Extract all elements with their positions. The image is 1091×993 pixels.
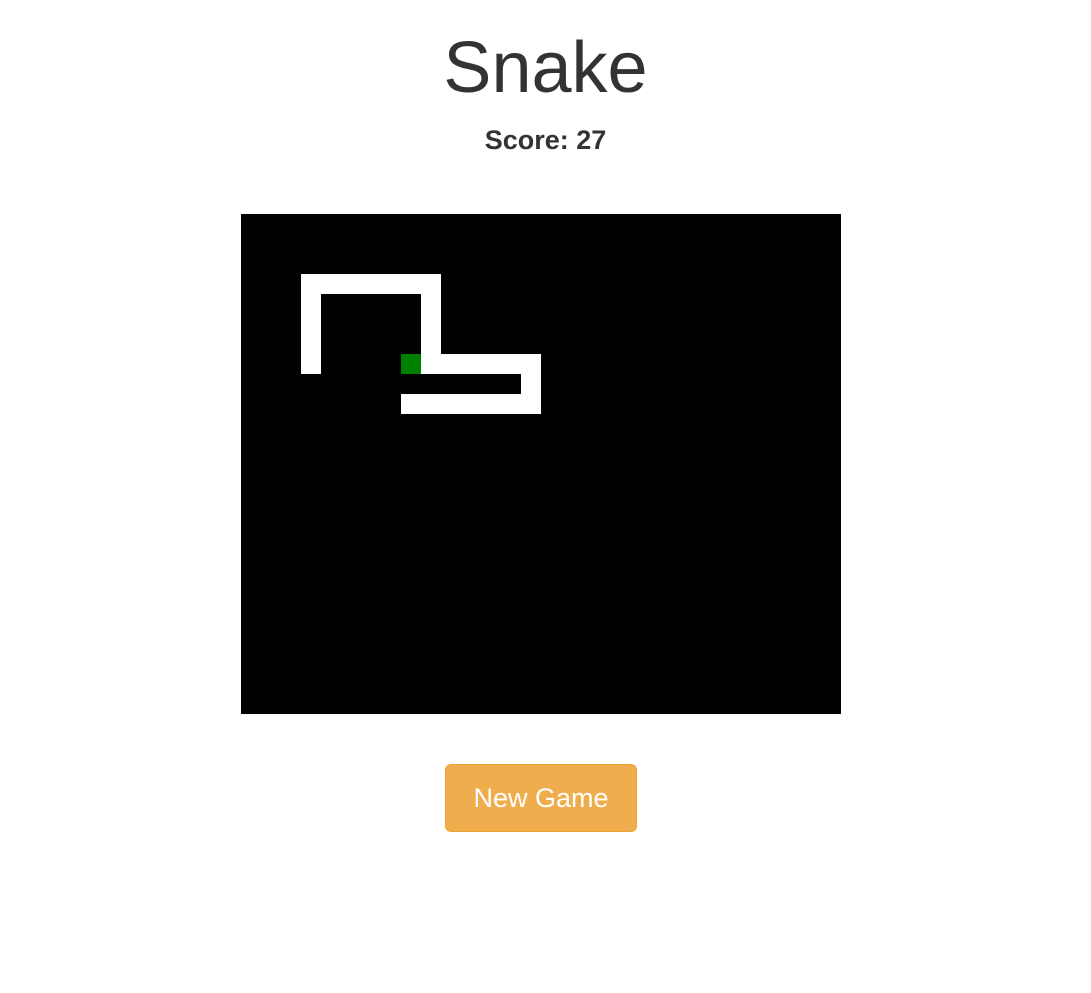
snake-segment <box>421 354 441 374</box>
snake-segment <box>521 394 541 414</box>
game-board-canvas <box>241 214 841 714</box>
snake-segment <box>421 394 441 414</box>
snake-segment <box>301 314 321 334</box>
snake-segment <box>301 334 321 354</box>
snake-segment <box>421 294 441 314</box>
food-pellet <box>401 354 421 374</box>
snake-segment <box>401 394 421 414</box>
snake-segment <box>441 394 461 414</box>
snake-segment <box>421 314 441 334</box>
snake-segment <box>521 374 541 394</box>
snake-segment <box>441 354 461 374</box>
snake-segment <box>381 274 401 294</box>
snake-segment <box>341 274 361 294</box>
snake-segment <box>321 274 341 294</box>
page-title: Snake <box>443 28 648 108</box>
snake-segment <box>481 354 501 374</box>
snake-segment <box>501 354 521 374</box>
snake-segment <box>361 274 381 294</box>
snake-segment <box>481 394 501 414</box>
snake-segment <box>421 274 441 294</box>
game-board[interactable] <box>241 214 841 714</box>
snake-segment <box>301 294 321 314</box>
snake-segment <box>401 274 421 294</box>
new-game-button[interactable]: New Game <box>445 764 637 832</box>
snake-segment <box>421 334 441 354</box>
snake-segment <box>461 354 481 374</box>
snake-segment <box>521 354 541 374</box>
snake-segment <box>301 274 321 294</box>
score-display: Score: 27 <box>484 125 607 155</box>
snake-segment <box>501 394 521 414</box>
snake-segment <box>461 394 481 414</box>
snake-segment <box>301 354 321 374</box>
